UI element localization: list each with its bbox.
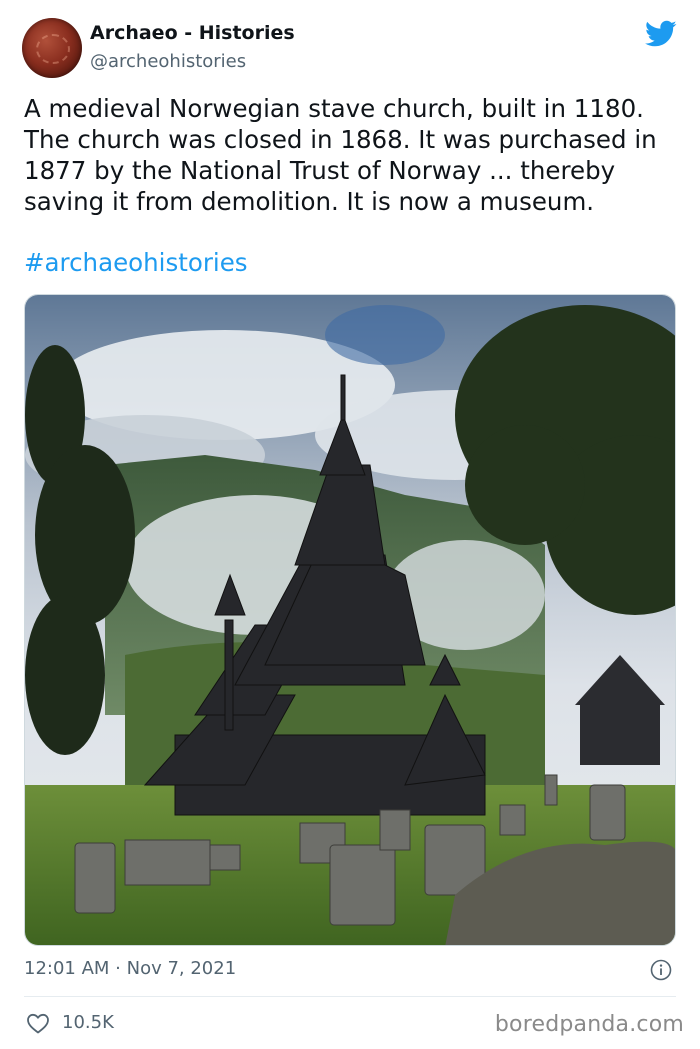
- divider: [24, 996, 676, 997]
- heart-icon[interactable]: [26, 1012, 50, 1034]
- tweet-timestamp[interactable]: 12:01 AM · Nov 7, 2021: [24, 958, 236, 979]
- like-count: 10.5K: [62, 1012, 114, 1033]
- tweet-text: A medieval Norwegian stave church, built…: [24, 94, 657, 216]
- info-icon[interactable]: [650, 959, 672, 981]
- avatar[interactable]: [22, 18, 82, 78]
- stave-church-photo: [25, 295, 675, 945]
- author-handle[interactable]: @archeohistories: [90, 51, 246, 72]
- watermark: boredpanda.com: [494, 1012, 684, 1037]
- twitter-bird-icon: [645, 20, 677, 47]
- hashtag-link[interactable]: #archaeohistories: [24, 248, 248, 277]
- author-display-name[interactable]: Archaeo - Histories: [90, 22, 295, 44]
- tweet-photo[interactable]: [24, 294, 676, 946]
